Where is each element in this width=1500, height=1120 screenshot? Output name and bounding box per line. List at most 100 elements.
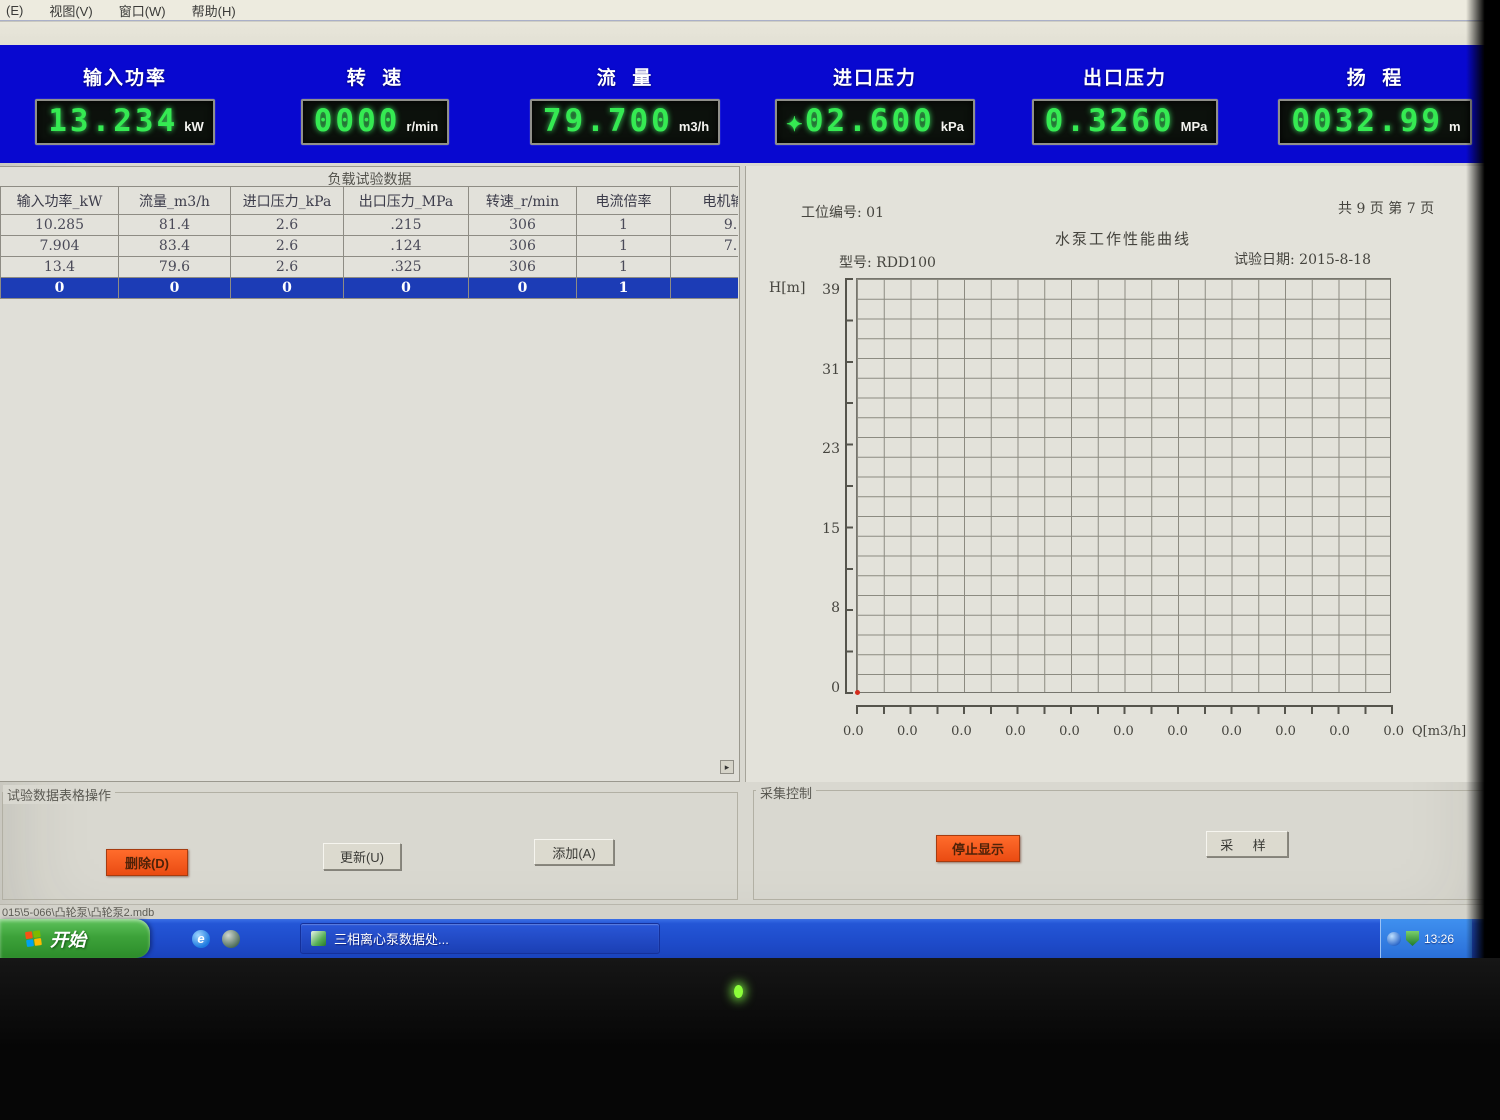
x-tick-label: 0.0 [1005, 724, 1026, 739]
clock: 13:26 [1424, 932, 1454, 946]
table-row[interactable]: 13.479.62.6.3253061 [1, 257, 739, 278]
table-cell: .325 [344, 257, 469, 278]
column-header[interactable]: 输入功率_kW [1, 187, 119, 215]
gauge-head: 扬 程 0032.99 m [1250, 45, 1500, 163]
table-cell: 0 [469, 278, 577, 299]
scroll-right-arrow-button[interactable]: ▸ [720, 760, 734, 774]
gauge-band: 输入功率 13.234 kW 转 速 0000 r/min 流 量 [0, 45, 1500, 163]
delete-button[interactable]: 删除(D) [106, 849, 188, 876]
gauge-inlet-pressure: 进口压力 ✦ 02.600 kPa [750, 45, 1000, 163]
table-cell: 1 [577, 257, 671, 278]
table-cell: .215 [344, 215, 469, 236]
group-label: 试验数据表格操作 [3, 785, 115, 804]
column-header[interactable]: 出口压力_MPa [344, 187, 469, 215]
monitor-bezel-bottom [0, 958, 1500, 1120]
table-cell [671, 278, 739, 299]
x-tick-label: 0.0 [1383, 724, 1404, 739]
x-tick-label: 0.0 [1221, 724, 1242, 739]
table-cell: 2.6 [231, 236, 344, 257]
menu-item[interactable]: 窗口(W) [117, 0, 168, 21]
column-header[interactable]: 进口压力_kPa [231, 187, 344, 215]
x-tick-label: 0.0 [951, 724, 972, 739]
taskbar: 开始 e 三相离心泵数据处... 13:26 [0, 919, 1500, 958]
status-bar: 015\5-066\凸轮泵\凸轮泵2.mdb [0, 904, 1500, 919]
windows-flag-icon [25, 929, 43, 947]
power-led [734, 985, 743, 998]
origin-marker-dot [855, 690, 860, 695]
screen: (E) 视图(V) 窗口(W) 帮助(H) 输入功率 13.234 kW 转 速 00… [0, 0, 1500, 958]
tray-network-icon[interactable] [1387, 932, 1401, 946]
sample-button[interactable]: 采 样 [1206, 831, 1288, 857]
table-cell: 306 [469, 236, 577, 257]
start-button[interactable]: 开始 [0, 919, 150, 958]
table-cell: 83.4 [119, 236, 231, 257]
station-number-label: 工位编号: 01 [801, 202, 884, 222]
database-path: 015\5-066\凸轮泵\凸轮泵2.mdb [2, 904, 154, 920]
table-cell: 0 [344, 278, 469, 299]
led-unit: r/min [406, 119, 438, 134]
table-clip: 输入功率_kW流量_m3/h进口压力_kPa出口压力_MPa转速_r/min电流… [0, 186, 738, 299]
table-row[interactable]: 000001 [1, 278, 739, 299]
column-header[interactable]: 转速_r/min [469, 187, 577, 215]
led-value: 79.700 [543, 106, 673, 137]
taskbar-item-pump-app[interactable]: 三相离心泵数据处... [300, 923, 660, 954]
y-tick-label: 15 [804, 521, 840, 537]
load-test-data-panel: 负载试验数据 输入功率_kW流量_m3/h进口压力_kPa出口压力_MPa转速_… [0, 166, 740, 782]
gauge-outlet-pressure: 出口压力 0.3260 MPa [1000, 45, 1250, 163]
table-row[interactable]: 7.90483.42.6.12430617. [1, 236, 739, 257]
gauge-label: 出口压力 [1083, 63, 1167, 90]
gauge-label: 流 量 [597, 63, 654, 90]
model-label: 型号: RDD100 [839, 252, 936, 272]
menu-item[interactable]: 帮助(H) [190, 0, 238, 21]
led-display: ✦ 02.600 kPa [775, 99, 975, 145]
table-operations-group: 试验数据表格操作 删除(D) 更新(U) 添加(A) [2, 792, 738, 900]
led-value: 0032.99 [1291, 106, 1443, 137]
x-tick-label: 0.0 [1059, 724, 1080, 739]
table-cell: 79.6 [119, 257, 231, 278]
chart-plot-area [856, 278, 1391, 693]
table-cell: 306 [469, 257, 577, 278]
pump-app-icon [311, 931, 326, 946]
column-header[interactable]: 电机输出 [671, 187, 739, 215]
table-cell: 7. [671, 236, 739, 257]
table-cell: 0 [119, 278, 231, 299]
menu-bar: (E) 视图(V) 窗口(W) 帮助(H) [0, 0, 1500, 21]
y-axis-line [845, 278, 853, 694]
test-date-label: 试验日期: 2015-8-18 [1234, 249, 1371, 269]
add-button[interactable]: 添加(A) [534, 839, 614, 865]
gauge-label: 进口压力 [833, 63, 917, 90]
x-tick-label: 0.0 [1329, 724, 1350, 739]
table-cell: 2.6 [231, 257, 344, 278]
led-value: 0.3260 [1045, 106, 1175, 137]
browser-icon[interactable]: e [192, 930, 210, 948]
monitor-photo: (E) 视图(V) 窗口(W) 帮助(H) 输入功率 13.234 kW 转 速 00… [0, 0, 1500, 1120]
group-label: 采集控制 [756, 783, 816, 802]
y-tick-label: 23 [804, 441, 840, 457]
table-cell: 1 [577, 236, 671, 257]
column-header[interactable]: 流量_m3/h [119, 187, 231, 215]
menu-item[interactable]: 视图(V) [47, 0, 94, 21]
led-display: 79.700 m3/h [530, 99, 720, 145]
y-axis-ticks: 3931231580 [804, 282, 840, 696]
page-indicator: 共 9 页 第 7 页 [1338, 198, 1434, 218]
led-value: 13.234 [48, 106, 178, 137]
led-sign: ✦ [786, 112, 803, 137]
table-cell: 9. [671, 215, 739, 236]
led-display: 0032.99 m [1278, 99, 1471, 145]
table-cell: 2.6 [231, 215, 344, 236]
stop-display-button[interactable]: 停止显示 [936, 835, 1020, 862]
table-row[interactable]: 10.28581.42.6.21530619. [1, 215, 739, 236]
menu-item[interactable]: (E) [4, 2, 25, 19]
led-unit: m [1449, 119, 1461, 134]
column-header[interactable]: 电流倍率 [577, 187, 671, 215]
led-unit: m3/h [679, 119, 709, 134]
update-button[interactable]: 更新(U) [323, 843, 401, 870]
y-tick-label: 39 [804, 282, 840, 298]
gauge-input-power: 输入功率 13.234 kW [0, 45, 250, 163]
tray-security-shield-icon[interactable] [1406, 931, 1419, 946]
table-cell [671, 257, 739, 278]
quick-launch-app-icon[interactable] [222, 930, 240, 948]
table-cell: .124 [344, 236, 469, 257]
led-display: 13.234 kW [35, 99, 214, 145]
x-tick-label: 0.0 [1167, 724, 1188, 739]
